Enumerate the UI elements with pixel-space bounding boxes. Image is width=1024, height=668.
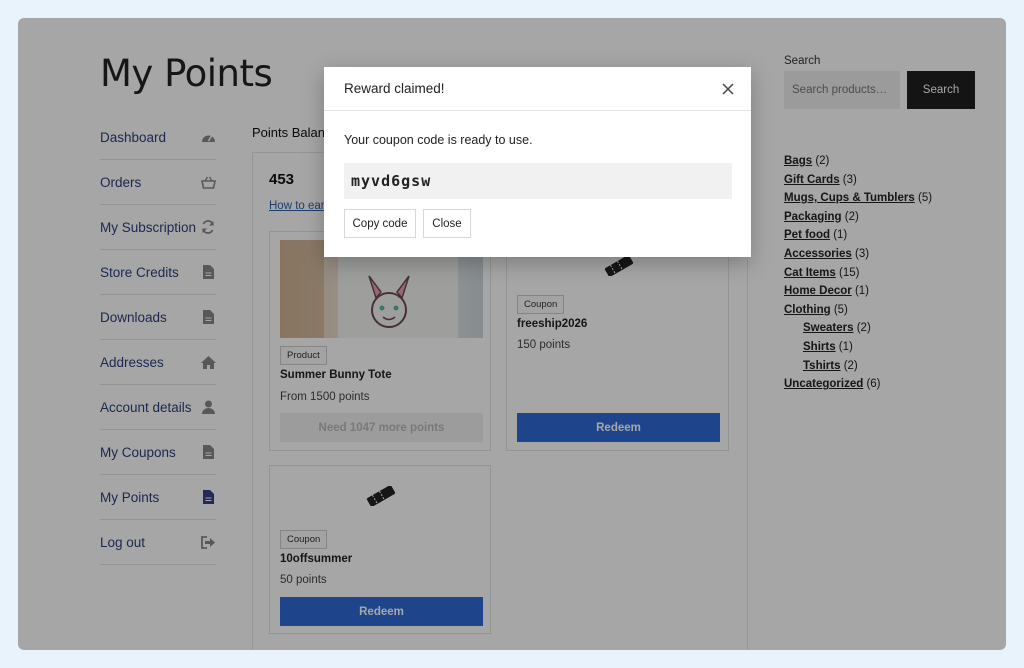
copy-code-button[interactable]: Copy code <box>344 209 416 238</box>
dialog-header: Reward claimed! <box>324 67 751 111</box>
dialog-title: Reward claimed! <box>344 81 445 96</box>
reward-claimed-dialog: Reward claimed! Your coupon code is read… <box>324 67 751 257</box>
page-frame: My Points Dashboard Orders My Subscripti… <box>18 18 1006 650</box>
dialog-message: Your coupon code is ready to use. <box>344 133 533 147</box>
coupon-code[interactable]: myvd6gsw <box>344 163 732 199</box>
close-icon[interactable] <box>721 82 735 96</box>
close-button[interactable]: Close <box>423 209 471 238</box>
